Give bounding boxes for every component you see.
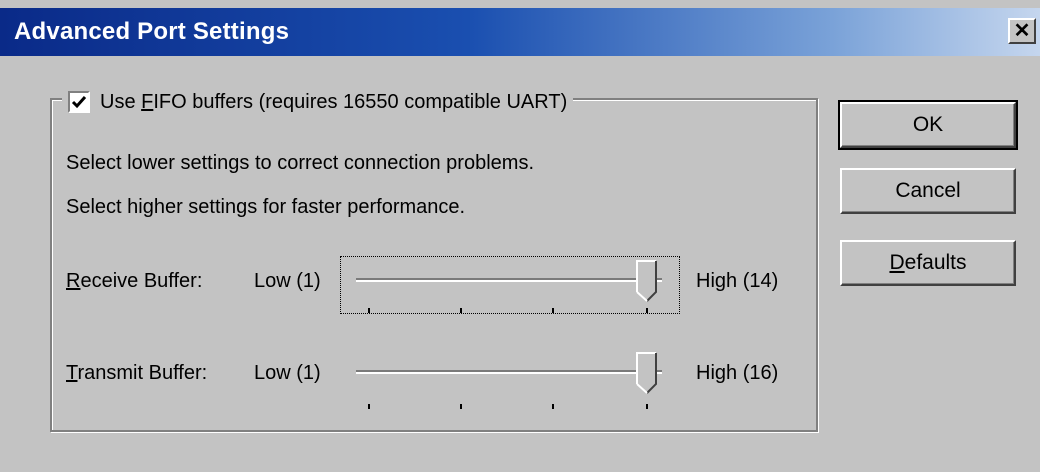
transmit-buffer-slider[interactable] bbox=[356, 350, 662, 410]
receive-tick bbox=[460, 308, 462, 313]
close-button[interactable]: ✕ bbox=[1008, 18, 1036, 44]
info-text-lower: Select lower settings to correct connect… bbox=[66, 152, 534, 174]
receive-tick bbox=[646, 308, 648, 313]
receive-buffer-label: Receive Buffer: bbox=[66, 270, 203, 292]
fifo-checkbox[interactable] bbox=[68, 91, 90, 113]
info-text-higher: Select higher settings for faster perfor… bbox=[66, 196, 466, 218]
receive-slider-thumb[interactable] bbox=[636, 260, 658, 302]
transmit-high-label: High (16) bbox=[696, 362, 779, 384]
transmit-low-label: Low (1) bbox=[254, 362, 321, 384]
defaults-button[interactable]: Defaults bbox=[840, 240, 1016, 286]
check-icon bbox=[71, 96, 87, 109]
receive-high-label: High (14) bbox=[696, 270, 779, 292]
fifo-checkbox-row[interactable]: Use FIFO buffers (requires 16550 compati… bbox=[62, 84, 574, 120]
transmit-slider-track bbox=[356, 370, 662, 374]
receive-tick bbox=[552, 308, 554, 313]
transmit-tick bbox=[368, 404, 370, 409]
title-bar[interactable]: Advanced Port Settings ✕ bbox=[0, 8, 1040, 56]
ok-button[interactable]: OK bbox=[838, 100, 1018, 150]
receive-buffer-slider[interactable] bbox=[356, 258, 662, 314]
transmit-buffer-label: Transmit Buffer: bbox=[66, 362, 208, 384]
advanced-port-settings-dialog: Advanced Port Settings ✕ Use FIFO buffer… bbox=[0, 0, 1040, 472]
close-icon: ✕ bbox=[1013, 20, 1031, 42]
fifo-checkbox-label[interactable]: Use FIFO buffers (requires 16550 compati… bbox=[100, 91, 567, 114]
window-title: Advanced Port Settings bbox=[14, 18, 290, 45]
receive-tick bbox=[368, 308, 370, 313]
transmit-tick bbox=[460, 404, 462, 409]
transmit-tick bbox=[552, 404, 554, 409]
transmit-slider-thumb[interactable] bbox=[636, 352, 658, 394]
receive-low-label: Low (1) bbox=[254, 270, 321, 292]
cancel-button[interactable]: Cancel bbox=[840, 168, 1016, 214]
transmit-tick bbox=[646, 404, 648, 409]
receive-slider-track bbox=[356, 278, 662, 282]
